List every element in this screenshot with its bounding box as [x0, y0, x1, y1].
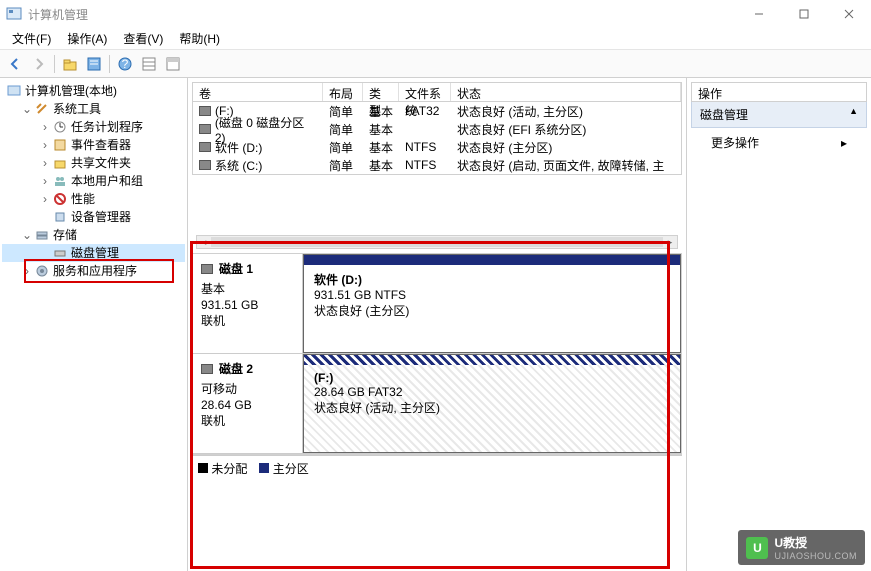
- services-icon: [34, 263, 50, 279]
- expand-icon[interactable]: ›: [38, 136, 52, 154]
- detail-view-button[interactable]: [162, 53, 184, 75]
- menu-action[interactable]: 操作(A): [59, 28, 115, 49]
- list-view-button[interactable]: [138, 53, 160, 75]
- volume-row[interactable]: 软件 (D:)简单基本NTFS状态良好 (主分区): [193, 138, 681, 156]
- partition[interactable]: 软件 (D:)931.51 GB NTFS状态良好 (主分区): [303, 254, 681, 353]
- volume-row[interactable]: 系统 (C:)简单基本NTFS状态良好 (启动, 页面文件, 故障转储, 主: [193, 156, 681, 174]
- scroll-track[interactable]: [211, 237, 663, 247]
- expand-icon[interactable]: ›: [38, 118, 52, 136]
- properties-button[interactable]: [83, 53, 105, 75]
- partition-body: 软件 (D:)931.51 GB NTFS状态良好 (主分区): [304, 265, 680, 352]
- expand-icon[interactable]: ⌄: [20, 100, 34, 118]
- clock-icon: [52, 119, 68, 135]
- volume-list: (F:)简单基本FAT32状态良好 (活动, 主分区)(磁盘 0 磁盘分区 2)…: [192, 102, 682, 175]
- tree-diskmgmt[interactable]: 磁盘管理: [2, 244, 185, 262]
- toolbar: ?: [0, 50, 871, 78]
- scroll-left-button[interactable]: ◂: [197, 236, 211, 248]
- actions-title: 操作: [691, 82, 867, 102]
- tools-icon: [34, 101, 50, 117]
- menu-file[interactable]: 文件(F): [4, 28, 59, 49]
- volume-icon: [199, 124, 211, 134]
- disk-icon: [52, 245, 68, 261]
- watermark: U U教授 UJIAOSHOU.COM: [738, 530, 865, 565]
- expand-icon[interactable]: ›: [38, 172, 52, 190]
- volume-icon: [199, 160, 211, 170]
- center-pane: 卷 布局 类型 文件系统 状态 (F:)简单基本FAT32状态良好 (活动, 主…: [188, 78, 687, 571]
- volume-list-header: 卷 布局 类型 文件系统 状态: [192, 82, 682, 102]
- expand-icon[interactable]: ›: [38, 154, 52, 172]
- partition-header: [304, 355, 680, 365]
- col-volume[interactable]: 卷: [193, 83, 323, 101]
- legend-unallocated: 未分配: [198, 460, 247, 477]
- tree-users[interactable]: ›本地用户和组: [2, 172, 185, 190]
- device-icon: [52, 209, 68, 225]
- menubar: 文件(F) 操作(A) 查看(V) 帮助(H): [0, 28, 871, 50]
- minimize-button[interactable]: [736, 0, 781, 28]
- menu-help[interactable]: 帮助(H): [171, 28, 228, 49]
- col-layout[interactable]: 布局: [323, 83, 363, 101]
- disk-info[interactable]: 磁盘 2可移动28.64 GB联机: [193, 354, 303, 453]
- disk-info[interactable]: 磁盘 1基本931.51 GB联机: [193, 254, 303, 353]
- disk-icon: [201, 364, 213, 374]
- legend: 未分配 主分区: [192, 455, 682, 481]
- tree-root[interactable]: 计算机管理(本地): [2, 82, 185, 100]
- tree-devmgr[interactable]: 设备管理器: [2, 208, 185, 226]
- col-status[interactable]: 状态: [451, 83, 681, 101]
- tree-services[interactable]: ›服务和应用程序: [2, 262, 185, 280]
- users-icon: [52, 173, 68, 189]
- legend-primary: 主分区: [259, 460, 308, 477]
- watermark-badge-icon: U: [746, 537, 768, 559]
- up-button[interactable]: [59, 53, 81, 75]
- tree-perf[interactable]: ›性能: [2, 190, 185, 208]
- col-type[interactable]: 类型: [363, 83, 399, 101]
- computer-icon: [6, 83, 22, 99]
- expand-icon[interactable]: ⌄: [20, 226, 34, 244]
- back-button[interactable]: [4, 53, 26, 75]
- storage-icon: [34, 227, 50, 243]
- col-fs[interactable]: 文件系统: [399, 83, 451, 101]
- disk-map: 磁盘 1基本931.51 GB联机软件 (D:)931.51 GB NTFS状态…: [192, 253, 682, 455]
- expand-icon[interactable]: ›: [38, 190, 52, 208]
- volume-icon: [199, 142, 211, 152]
- collapse-icon: ▲: [849, 106, 858, 123]
- titlebar: 计算机管理: [0, 0, 871, 28]
- actions-section[interactable]: 磁盘管理 ▲: [691, 102, 867, 128]
- maximize-button[interactable]: [781, 0, 826, 28]
- perf-icon: [52, 191, 68, 207]
- nav-tree: 计算机管理(本地) ⌄系统工具 ›任务计划程序 ›事件查看器 ›共享文件夹 ›本…: [0, 78, 188, 571]
- horizontal-scrollbar[interactable]: ◂ ▸: [196, 235, 678, 249]
- disk-row: 磁盘 2可移动28.64 GB联机(F:)28.64 GB FAT32状态良好 …: [193, 354, 681, 454]
- tree-scheduler[interactable]: ›任务计划程序: [2, 118, 185, 136]
- close-button[interactable]: [826, 0, 871, 28]
- tree-storage[interactable]: ⌄存储: [2, 226, 185, 244]
- menu-view[interactable]: 查看(V): [115, 28, 171, 49]
- actions-pane: 操作 磁盘管理 ▲ 更多操作 ▸: [687, 78, 871, 571]
- svg-text:?: ?: [122, 57, 129, 71]
- scroll-right-button[interactable]: ▸: [663, 236, 677, 248]
- partition[interactable]: (F:)28.64 GB FAT32状态良好 (活动, 主分区): [303, 354, 681, 453]
- expand-icon[interactable]: ›: [20, 262, 34, 280]
- partition-header: [304, 255, 680, 265]
- tree-systools[interactable]: ⌄系统工具: [2, 100, 185, 118]
- volume-row[interactable]: (磁盘 0 磁盘分区 2)简单基本状态良好 (EFI 系统分区): [193, 120, 681, 138]
- tree-shared[interactable]: ›共享文件夹: [2, 154, 185, 172]
- disk-row: 磁盘 1基本931.51 GB联机软件 (D:)931.51 GB NTFS状态…: [193, 254, 681, 354]
- chevron-right-icon: ▸: [841, 136, 847, 150]
- forward-button[interactable]: [28, 53, 50, 75]
- help-button[interactable]: ?: [114, 53, 136, 75]
- app-icon: [6, 6, 22, 22]
- folder-icon: [52, 155, 68, 171]
- partition-body: (F:)28.64 GB FAT32状态良好 (活动, 主分区): [304, 365, 680, 452]
- tree-eventvwr[interactable]: ›事件查看器: [2, 136, 185, 154]
- event-icon: [52, 137, 68, 153]
- disk-icon: [201, 264, 213, 274]
- more-actions[interactable]: 更多操作 ▸: [691, 128, 867, 157]
